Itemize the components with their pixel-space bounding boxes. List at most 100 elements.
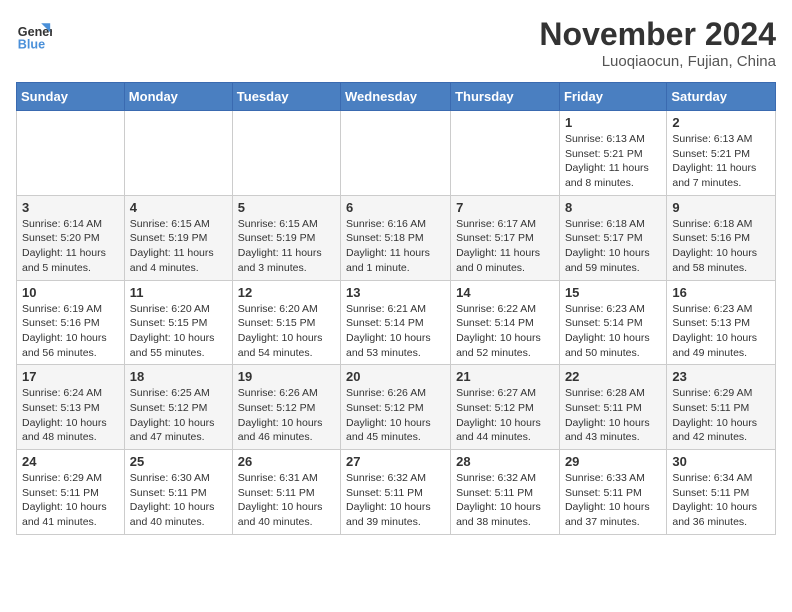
calendar-cell	[451, 111, 560, 196]
calendar-cell	[341, 111, 451, 196]
calendar-cell: 18 Sunrise: 6:25 AM Sunset: 5:12 PM Dayli…	[124, 365, 232, 450]
calendar-cell: 1 Sunrise: 6:13 AM Sunset: 5:21 PM Daylig…	[559, 111, 666, 196]
day-number: 17	[22, 369, 119, 384]
day-info: Sunrise: 6:31 AM Sunset: 5:11 PM Dayligh…	[238, 471, 335, 530]
calendar-cell: 26Sunrise: 6:31 AM Sunset: 5:11 PM Dayli…	[232, 450, 340, 535]
day-info: Sunrise: 6:25 AM Sunset: 5:12 PM Dayligh…	[130, 386, 227, 445]
day-info: Sunrise: 6:29 AM Sunset: 5:11 PM Dayligh…	[22, 471, 119, 530]
weekday-header-saturday: Saturday	[667, 83, 776, 111]
day-number: 23	[672, 369, 770, 384]
calendar-cell: 28 Sunrise: 6:32 AM Sunset: 5:11 PM Dayli…	[451, 450, 560, 535]
calendar-table: SundayMondayTuesdayWednesdayThursdayFrid…	[16, 82, 776, 535]
logo: General Blue	[16, 16, 52, 52]
calendar-cell: 7 Sunrise: 6:17 AM Sunset: 5:17 PM Daylig…	[451, 195, 560, 280]
day-number: 30	[672, 454, 770, 469]
day-info: Sunrise: 6:24 AM Sunset: 5:13 PM Dayligh…	[22, 386, 119, 445]
day-number: 3	[22, 200, 119, 215]
day-info: Sunrise: 6:22 AM Sunset: 5:14 PM Dayligh…	[456, 302, 554, 361]
calendar-cell: 12 Sunrise: 6:20 AM Sunset: 5:15 PM Dayli…	[232, 280, 340, 365]
calendar-cell	[17, 111, 125, 196]
day-number: 18	[130, 369, 227, 384]
day-number: 13	[346, 285, 445, 300]
day-number: 14	[456, 285, 554, 300]
day-info: Sunrise: 6:29 AM Sunset: 5:11 PM Dayligh…	[672, 386, 770, 445]
calendar-cell: 17 Sunrise: 6:24 AM Sunset: 5:13 PM Dayli…	[17, 365, 125, 450]
day-number: 5	[238, 200, 335, 215]
day-number: 22	[565, 369, 661, 384]
month-title: November 2024	[539, 16, 776, 53]
calendar-week-2: 3Sunrise: 6:14 AM Sunset: 5:20 PM Daylig…	[17, 195, 776, 280]
day-number: 6	[346, 200, 445, 215]
svg-text:Blue: Blue	[18, 37, 45, 51]
page-header: General Blue November 2024 Luoqiaocun, F…	[16, 16, 776, 70]
calendar-cell: 30 Sunrise: 6:34 AM Sunset: 5:11 PM Dayli…	[667, 450, 776, 535]
calendar-cell: 16 Sunrise: 6:23 AM Sunset: 5:13 PM Dayli…	[667, 280, 776, 365]
calendar-cell: 3Sunrise: 6:14 AM Sunset: 5:20 PM Daylig…	[17, 195, 125, 280]
weekday-header-monday: Monday	[124, 83, 232, 111]
calendar-cell: 21 Sunrise: 6:27 AM Sunset: 5:12 PM Dayli…	[451, 365, 560, 450]
day-number: 9	[672, 200, 770, 215]
calendar-cell: 2 Sunrise: 6:13 AM Sunset: 5:21 PM Daylig…	[667, 111, 776, 196]
calendar-cell	[232, 111, 340, 196]
day-info: Sunrise: 6:26 AM Sunset: 5:12 PM Dayligh…	[238, 386, 335, 445]
day-info: Sunrise: 6:23 AM Sunset: 5:14 PM Dayligh…	[565, 302, 661, 361]
day-info: Sunrise: 6:16 AM Sunset: 5:18 PM Dayligh…	[346, 217, 445, 276]
day-number: 12	[238, 285, 335, 300]
day-info: Sunrise: 6:17 AM Sunset: 5:17 PM Dayligh…	[456, 217, 554, 276]
calendar-week-1: 1 Sunrise: 6:13 AM Sunset: 5:21 PM Daylig…	[17, 111, 776, 196]
calendar-cell: 13 Sunrise: 6:21 AM Sunset: 5:14 PM Dayli…	[341, 280, 451, 365]
day-number: 16	[672, 285, 770, 300]
calendar-cell: 6 Sunrise: 6:16 AM Sunset: 5:18 PM Daylig…	[341, 195, 451, 280]
day-info: Sunrise: 6:34 AM Sunset: 5:11 PM Dayligh…	[672, 471, 770, 530]
day-number: 29	[565, 454, 661, 469]
calendar-cell: 24 Sunrise: 6:29 AM Sunset: 5:11 PM Dayli…	[17, 450, 125, 535]
day-number: 20	[346, 369, 445, 384]
calendar-cell: 4Sunrise: 6:15 AM Sunset: 5:19 PM Daylig…	[124, 195, 232, 280]
day-info: Sunrise: 6:28 AM Sunset: 5:11 PM Dayligh…	[565, 386, 661, 445]
day-number: 8	[565, 200, 661, 215]
day-number: 7	[456, 200, 554, 215]
calendar-cell: 8 Sunrise: 6:18 AM Sunset: 5:17 PM Daylig…	[559, 195, 666, 280]
day-number: 25	[130, 454, 227, 469]
day-info: Sunrise: 6:15 AM Sunset: 5:19 PM Dayligh…	[130, 217, 227, 276]
weekday-header-thursday: Thursday	[451, 83, 560, 111]
day-info: Sunrise: 6:18 AM Sunset: 5:16 PM Dayligh…	[672, 217, 770, 276]
day-info: Sunrise: 6:13 AM Sunset: 5:21 PM Dayligh…	[672, 132, 770, 191]
day-info: Sunrise: 6:32 AM Sunset: 5:11 PM Dayligh…	[456, 471, 554, 530]
calendar-cell: 29 Sunrise: 6:33 AM Sunset: 5:11 PM Dayli…	[559, 450, 666, 535]
day-number: 1	[565, 115, 661, 130]
calendar-cell: 22 Sunrise: 6:28 AM Sunset: 5:11 PM Dayli…	[559, 365, 666, 450]
day-info: Sunrise: 6:18 AM Sunset: 5:17 PM Dayligh…	[565, 217, 661, 276]
day-info: Sunrise: 6:27 AM Sunset: 5:12 PM Dayligh…	[456, 386, 554, 445]
calendar-week-5: 24 Sunrise: 6:29 AM Sunset: 5:11 PM Dayli…	[17, 450, 776, 535]
calendar-cell: 14 Sunrise: 6:22 AM Sunset: 5:14 PM Dayli…	[451, 280, 560, 365]
day-number: 2	[672, 115, 770, 130]
calendar-week-3: 10Sunrise: 6:19 AM Sunset: 5:16 PM Dayli…	[17, 280, 776, 365]
day-number: 21	[456, 369, 554, 384]
weekday-header-friday: Friday	[559, 83, 666, 111]
weekday-header-sunday: Sunday	[17, 83, 125, 111]
day-info: Sunrise: 6:20 AM Sunset: 5:15 PM Dayligh…	[130, 302, 227, 361]
day-info: Sunrise: 6:20 AM Sunset: 5:15 PM Dayligh…	[238, 302, 335, 361]
location: Luoqiaocun, Fujian, China	[539, 53, 776, 70]
calendar-week-4: 17 Sunrise: 6:24 AM Sunset: 5:13 PM Dayli…	[17, 365, 776, 450]
calendar-cell: 25Sunrise: 6:30 AM Sunset: 5:11 PM Dayli…	[124, 450, 232, 535]
day-number: 28	[456, 454, 554, 469]
calendar-cell: 27 Sunrise: 6:32 AM Sunset: 5:11 PM Dayli…	[341, 450, 451, 535]
day-info: Sunrise: 6:23 AM Sunset: 5:13 PM Dayligh…	[672, 302, 770, 361]
day-info: Sunrise: 6:15 AM Sunset: 5:19 PM Dayligh…	[238, 217, 335, 276]
calendar-cell: 15Sunrise: 6:23 AM Sunset: 5:14 PM Dayli…	[559, 280, 666, 365]
day-info: Sunrise: 6:13 AM Sunset: 5:21 PM Dayligh…	[565, 132, 661, 191]
calendar-cell: 19 Sunrise: 6:26 AM Sunset: 5:12 PM Dayli…	[232, 365, 340, 450]
day-info: Sunrise: 6:32 AM Sunset: 5:11 PM Dayligh…	[346, 471, 445, 530]
day-info: Sunrise: 6:21 AM Sunset: 5:14 PM Dayligh…	[346, 302, 445, 361]
day-number: 27	[346, 454, 445, 469]
calendar-cell: 9 Sunrise: 6:18 AM Sunset: 5:16 PM Daylig…	[667, 195, 776, 280]
calendar-cell: 20Sunrise: 6:26 AM Sunset: 5:12 PM Dayli…	[341, 365, 451, 450]
day-number: 24	[22, 454, 119, 469]
day-info: Sunrise: 6:33 AM Sunset: 5:11 PM Dayligh…	[565, 471, 661, 530]
weekday-header-wednesday: Wednesday	[341, 83, 451, 111]
day-number: 10	[22, 285, 119, 300]
calendar-cell: 11Sunrise: 6:20 AM Sunset: 5:15 PM Dayli…	[124, 280, 232, 365]
day-number: 19	[238, 369, 335, 384]
